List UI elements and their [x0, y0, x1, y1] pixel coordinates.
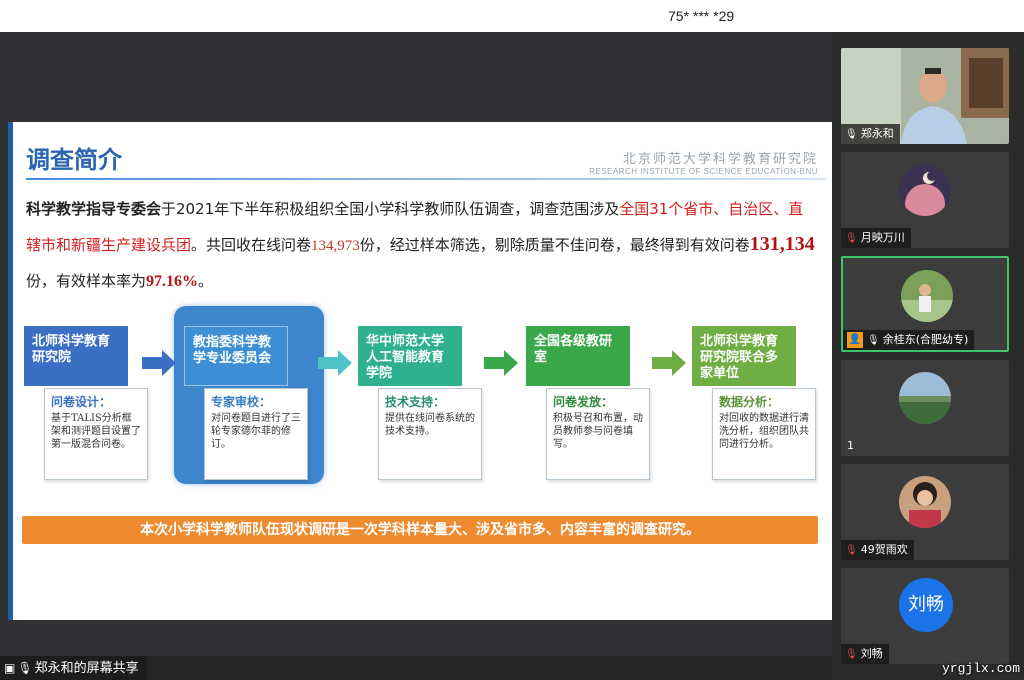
participant-tile[interactable]: 🎙 49贺雨欢	[841, 464, 1009, 560]
avatar: 刘畅	[899, 578, 953, 632]
intro-text-2: 。共回收在线问卷	[191, 236, 312, 254]
stage-3: 华中师范大学人工智能教育学院 技术支持： 提供在线问卷系统的技术支持。	[358, 310, 482, 480]
stage-1-card-text: 基于TALIS分析框架和测评题目设置了第一版混合问卷。	[51, 413, 141, 450]
title-underline	[26, 178, 826, 180]
avatar	[899, 372, 951, 424]
stage-3-head: 华中师范大学人工智能教育学院	[358, 326, 462, 386]
slide-title: 调查简介	[26, 146, 122, 174]
participant-tile[interactable]: 🎙 月映万川	[841, 152, 1009, 248]
institute-name-cn: 北京师范大学科学教育研究院	[622, 152, 818, 167]
stage-3-card: 技术支持： 提供在线问卷系统的技术支持。	[378, 388, 482, 480]
intro-valid-count: 131,134	[749, 233, 815, 255]
participant-name: 👤 🎙 余桂东(合肥幼专)	[843, 330, 975, 350]
intro-org: 科学教学指导专委会	[26, 200, 162, 218]
arrow-right-icon	[142, 350, 176, 376]
stage-1-head: 北师科学教育研究院	[24, 326, 128, 386]
stage-5: 北师科学教育研究院联合多家单位 数据分析： 对回收的数据进行清洗分析，组织团队共…	[692, 310, 816, 480]
intro-valid-rate: 97.16%	[146, 273, 199, 290]
screen-share-text: 郑永和的屏幕共享	[34, 661, 139, 676]
mic-icon: 🎙	[845, 129, 858, 140]
screen-share-label[interactable]: ▣ 🎙 郑永和的屏幕共享	[0, 656, 147, 680]
stage-3-card-title: 技术支持：	[385, 395, 446, 409]
institute-logo: 北京师范大学科学教育研究院 RESEARCH INSTITUTE OF SCIE…	[589, 148, 818, 176]
person-avatar-icon	[901, 270, 953, 322]
stage-1-card-title: 问卷设计：	[51, 395, 112, 409]
participant-tile-active[interactable]: 👤 🎙 余桂东(合肥幼专)	[841, 256, 1009, 352]
arrow-right-icon	[652, 350, 686, 376]
intro-paragraph: 科学教学指导专委会于2021年下半年积极组织全国小学科学教师队伍调查，调查范围涉…	[26, 192, 816, 299]
stage-4-card: 问卷发放： 积极号召和布置，动员教师参与问卷填写。	[546, 388, 650, 480]
participant-name: 🎙 49贺雨欢	[841, 540, 914, 560]
mic-icon: 🎙	[867, 335, 880, 346]
process-flow: 北师科学教育研究院 问卷设计： 基于TALIS分析框架和测评题目设置了第一版混合…	[24, 306, 824, 490]
stage-2-card-title: 专家审校：	[211, 395, 272, 409]
participant-tile[interactable]: 1	[841, 360, 1009, 456]
intro-collected-count: 134,973	[311, 238, 360, 254]
top-bar: 75* *** *29	[0, 0, 1024, 32]
host-icon: 👤	[847, 332, 863, 348]
stage-4: 全国各级教研室 问卷发放： 积极号召和布置，动员教师参与问卷填写。	[526, 310, 650, 480]
site-watermark: yrgjlx.com	[941, 661, 1020, 676]
avatar	[901, 270, 953, 322]
avatar	[899, 476, 951, 528]
moon-avatar-icon	[899, 164, 951, 216]
intro-text-1: 于2021年下半年积极组织全国小学科学教师队伍调查，调查范围涉及	[161, 200, 620, 218]
screen-share-icon: ▣	[4, 661, 16, 675]
presentation-slide: 调查简介 北京师范大学科学教育研究院 RESEARCH INSTITUTE OF…	[8, 122, 832, 620]
summary-banner: 本次小学科学教师队伍现状调研是一次学科样本量大、涉及省市多、内容丰富的调查研究。	[22, 516, 818, 544]
arrow-right-icon	[318, 350, 352, 376]
mic-muted-icon: 🎙	[845, 649, 858, 660]
mic-muted-icon: 🎙	[845, 545, 858, 556]
landscape-avatar-icon	[899, 372, 951, 424]
participant-count: 1	[847, 439, 854, 452]
stage-2-card-text: 对问卷题目进行了三轮专家德尔菲的修订。	[211, 413, 301, 450]
institute-name-en: RESEARCH INSTITUTE OF SCIENCE EDUCATION-…	[589, 167, 818, 176]
participant-tile[interactable]: 刘畅 🎙 刘畅	[841, 568, 1009, 664]
mic-muted-icon: 🎙	[845, 233, 858, 244]
stage-2-head: 教指委科学教学专业委员会	[184, 326, 288, 386]
stage-4-card-text: 积极号召和布置，动员教师参与问卷填写。	[553, 413, 643, 450]
participant-tile[interactable]: 🎙 郑永和	[841, 48, 1009, 144]
person-avatar-icon	[899, 476, 951, 528]
intro-text-3: 份，经过样本筛选，剔除质量不佳问卷，最终得到有效问卷	[359, 236, 750, 254]
stage-4-head: 全国各级教研室	[526, 326, 630, 386]
stage-2: 教指委科学教学专业委员会 专家审校： 对问卷题目进行了三轮专家德尔菲的修订。	[184, 310, 308, 480]
stage-1: 北师科学教育研究院 问卷设计： 基于TALIS分析框架和测评题目设置了第一版混合…	[24, 310, 148, 480]
intro-text-4: 份，有效样本率为	[26, 272, 147, 290]
stage-4-card-title: 问卷发放：	[553, 395, 614, 409]
screen-share-area: 调查简介 北京师范大学科学教育研究院 RESEARCH INSTITUTE OF…	[0, 32, 832, 660]
avatar	[899, 164, 951, 216]
arrow-right-icon	[484, 350, 518, 376]
participants-panel: 🎙郑永和 🎙月映万川 �	[832, 32, 1024, 680]
participant-name: 🎙 郑永和	[841, 124, 900, 144]
participant-name: 🎙 刘畅	[841, 644, 889, 664]
intro-end: 。	[198, 272, 214, 290]
stage-3-card-text: 提供在线问卷系统的技术支持。	[385, 413, 475, 437]
participant-name: 🎙 月映万川	[841, 228, 911, 248]
stage-5-card-title: 数据分析：	[719, 395, 780, 409]
stage-5-card: 数据分析： 对回收的数据进行清洗分析，组织团队共同进行分析。	[712, 388, 816, 480]
stage-1-card: 问卷设计： 基于TALIS分析框架和测评题目设置了第一版混合问卷。	[44, 388, 148, 480]
meeting-id[interactable]: 75* *** *29	[668, 8, 734, 24]
stage-5-head: 北师科学教育研究院联合多家单位	[692, 326, 796, 386]
stage-2-card: 专家审校： 对问卷题目进行了三轮专家德尔菲的修订。	[204, 388, 308, 480]
stage-5-card-text: 对回收的数据进行清洗分析，组织团队共同进行分析。	[719, 413, 809, 450]
mic-icon: 🎙	[17, 661, 33, 675]
slide-accent-bar	[8, 122, 13, 620]
meeting-window: 75* *** *29 调查简介 北京师范大学科学教育研究院 RESEARCH …	[0, 0, 1024, 680]
